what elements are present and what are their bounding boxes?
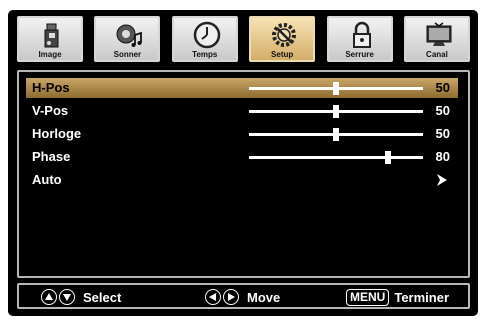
- tab-bar: Image Sonner Temps Setup Serrure Canal: [17, 16, 470, 66]
- setting-value: 50: [435, 126, 450, 141]
- slider-track[interactable]: [249, 151, 423, 164]
- camera-icon: [44, 23, 59, 48]
- setting-row-h-pos[interactable]: H-Pos 50: [26, 78, 458, 98]
- setting-row-v-pos[interactable]: V-Pos 50: [26, 101, 458, 121]
- slider-track[interactable]: [249, 82, 423, 95]
- setting-label: H-Pos: [32, 80, 70, 95]
- hint-select: Select: [41, 287, 121, 307]
- menu-key: MENU: [346, 288, 390, 306]
- slider-track[interactable]: [249, 128, 423, 141]
- setting-value: 50: [435, 103, 450, 118]
- arrow-right-icon: [437, 174, 447, 186]
- speaker-icon: [116, 24, 143, 47]
- setting-row-phase[interactable]: Phase 80: [26, 147, 458, 167]
- tv-icon: [426, 22, 452, 46]
- tab-label: Sonner: [113, 50, 142, 59]
- move-label: Move: [247, 289, 281, 305]
- right-arrow-icon: [223, 289, 239, 305]
- exit-label: Terminer: [394, 289, 450, 305]
- setting-label: Horloge: [32, 126, 82, 141]
- hint-exit: MENU Terminer: [346, 287, 449, 307]
- tab-setup[interactable]: Setup: [249, 16, 316, 62]
- tab-label: Image: [38, 50, 62, 59]
- setting-label: V-Pos: [32, 103, 69, 118]
- tab-temps[interactable]: Temps: [171, 16, 238, 62]
- slider-track[interactable]: [249, 105, 423, 118]
- setting-label: Phase: [32, 149, 71, 164]
- down-arrow-icon: [59, 289, 75, 305]
- left-arrow-icon: [205, 289, 221, 305]
- setting-row-auto[interactable]: Auto: [26, 170, 458, 190]
- clock-icon: [193, 21, 221, 49]
- tab-label: Temps: [192, 50, 218, 59]
- setting-label: Auto: [32, 172, 62, 187]
- settings-panel: H-Pos 50 V-Pos 50 Horloge 50 Phase 80 Au…: [17, 70, 470, 278]
- osd-menu: Image Sonner Temps Setup Serrure Canal H…: [8, 10, 478, 316]
- tab-sonner[interactable]: Sonner: [94, 16, 161, 62]
- tab-image[interactable]: Image: [17, 16, 83, 62]
- setting-value: 50: [435, 80, 450, 95]
- footer-hints: Select Move MENU Terminer: [17, 283, 470, 309]
- slider-knob[interactable]: [333, 105, 339, 118]
- gear-icon: [272, 23, 297, 47]
- up-arrow-icon: [41, 289, 57, 305]
- screen: Image Sonner Temps Setup Serrure Canal H…: [0, 0, 486, 324]
- slider-knob[interactable]: [333, 82, 339, 95]
- select-label: Select: [83, 289, 122, 305]
- hint-move: Move: [205, 287, 280, 307]
- setting-value: 80: [435, 149, 450, 164]
- tab-serrure[interactable]: Serrure: [326, 16, 393, 62]
- tab-canal[interactable]: Canal: [403, 16, 470, 62]
- setting-row-horloge[interactable]: Horloge 50: [26, 124, 458, 144]
- lock-icon: [352, 21, 371, 48]
- slider-knob[interactable]: [333, 128, 339, 141]
- tab-label: Setup: [271, 50, 294, 59]
- slider-knob[interactable]: [385, 151, 392, 164]
- tab-label: Serrure: [345, 50, 374, 59]
- tab-label: Canal: [426, 50, 448, 59]
